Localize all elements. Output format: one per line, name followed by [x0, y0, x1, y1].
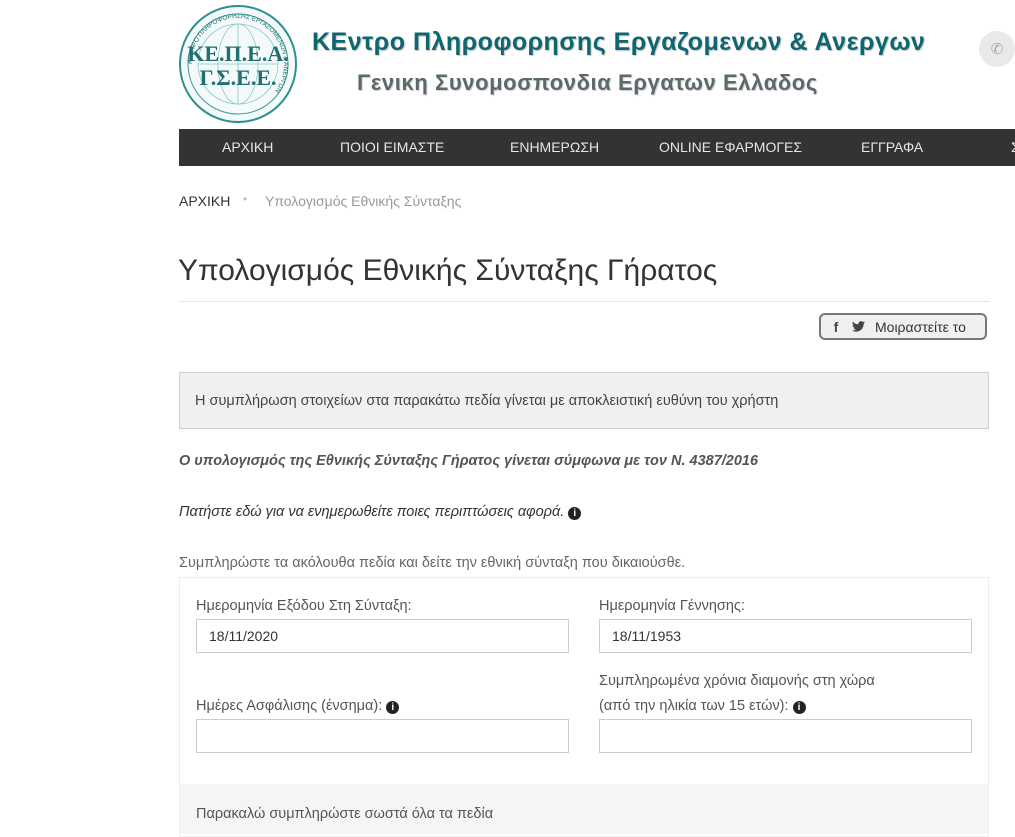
page-title: Υπολογισμός Εθνικής Σύνταξης Γήρατος: [178, 254, 718, 287]
form-instructions: Συμπληρώστε τα ακόλουθα πεδία και δείτε …: [179, 555, 686, 571]
nav-item-news[interactable]: ΕΝΗΜΕΡΩΣΗ: [510, 129, 599, 166]
residence-label-line-2: (από την ηλικία των 15 ετών):: [599, 698, 789, 714]
facebook-icon[interactable]: f: [829, 319, 843, 335]
phone-button[interactable]: ✆: [979, 31, 1015, 67]
exit-date-label: Ημερομηνία Εξόδου Στη Σύνταξη:: [196, 598, 412, 614]
organization-subtitle: Γενικη Συνομοσπονδια Εργατων Ελλαδος: [357, 70, 818, 95]
exit-date-input[interactable]: [196, 619, 569, 653]
nav-item-more[interactable]: Σ: [1011, 129, 1015, 166]
nav-item-about[interactable]: ΠΟΙΟΙ ΕΙΜΑΣΤΕ: [340, 129, 444, 166]
logo-line-2: Γ.Σ.Ε.Ε.: [199, 65, 277, 90]
main-navigation: ΑΡΧΙΚΗ ΠΟΙΟΙ ΕΙΜΑΣΤΕ ΕΝΗΜΕΡΩΣΗ ONLINE ΕΦ…: [179, 129, 1015, 166]
nav-item-documents[interactable]: ΕΓΓΡΑΦΑ: [861, 129, 923, 166]
info-icon[interactable]: i: [568, 507, 582, 520]
eligibility-info-link[interactable]: Πατήστε εδώ για να ενημερωθείτε ποιες πε…: [179, 504, 582, 520]
breadcrumb-current: Υπολογισμός Εθνικής Σύνταξης: [265, 193, 462, 209]
residence-label-line-1: Συμπληρωμένα χρόνια διαμονής στη χώρα: [599, 673, 875, 689]
eligibility-info-text: Πατήστε εδώ για να ενημερωθείτε ποιες πε…: [179, 504, 565, 520]
birth-date-label: Ημερομηνία Γέννησης:: [599, 598, 745, 614]
insurance-days-info-icon[interactable]: i: [386, 701, 400, 714]
twitter-icon[interactable]: [851, 319, 865, 335]
validation-text: Παρακαλώ συμπληρώστε σωστά όλα τα πεδία: [196, 806, 494, 822]
phone-icon: ✆: [990, 41, 1004, 58]
logo-line-1: ΚΕ.Π.Ε.Α.: [187, 41, 289, 66]
insurance-days-label-text: Ημέρες Ασφάλισης (ένσημα):: [196, 698, 383, 714]
law-reference: Ο υπολογισμός της Εθνικής Σύνταξης Γήρατ…: [179, 453, 759, 469]
organization-title: ΚΕντρο Πληροφορησης Εργαζομενων & Ανεργω…: [312, 28, 926, 56]
birth-date-input[interactable]: [599, 619, 972, 653]
insurance-days-input[interactable]: [196, 719, 569, 753]
organization-logo[interactable]: ΚΕΝΤΡΟ ΠΛΗΡΟΦΟΡΗΣΗΣ ΕΡΓΑΖΟΜΕΝΩΝ & ΑΝΕΡΓΩ…: [179, 5, 297, 123]
disclaimer-text: Η συμπλήρωση στοιχείων στα παρακάτω πεδί…: [195, 393, 779, 409]
residence-years-input[interactable]: [599, 719, 972, 753]
nav-item-online-apps[interactable]: ONLINE ΕΦΑΡΜΟΓΕΣ: [659, 129, 802, 166]
residence-label: (από την ηλικία των 15 ετών): i: [599, 698, 806, 714]
disclaimer-notice: Η συμπλήρωση στοιχείων στα παρακάτω πεδί…: [179, 372, 989, 429]
nav-item-home[interactable]: ΑΡΧΙΚΗ: [222, 129, 273, 166]
residence-info-icon[interactable]: i: [792, 701, 806, 714]
breadcrumb-home[interactable]: ΑΡΧΙΚΗ: [179, 193, 230, 209]
share-button[interactable]: f Μοιραστείτε το: [819, 313, 987, 340]
share-label: Μοιραστείτε το: [875, 318, 966, 335]
title-divider: [179, 301, 990, 302]
insurance-days-label: Ημέρες Ασφάλισης (ένσημα): i: [196, 698, 400, 714]
breadcrumb-separator: •: [243, 192, 248, 206]
